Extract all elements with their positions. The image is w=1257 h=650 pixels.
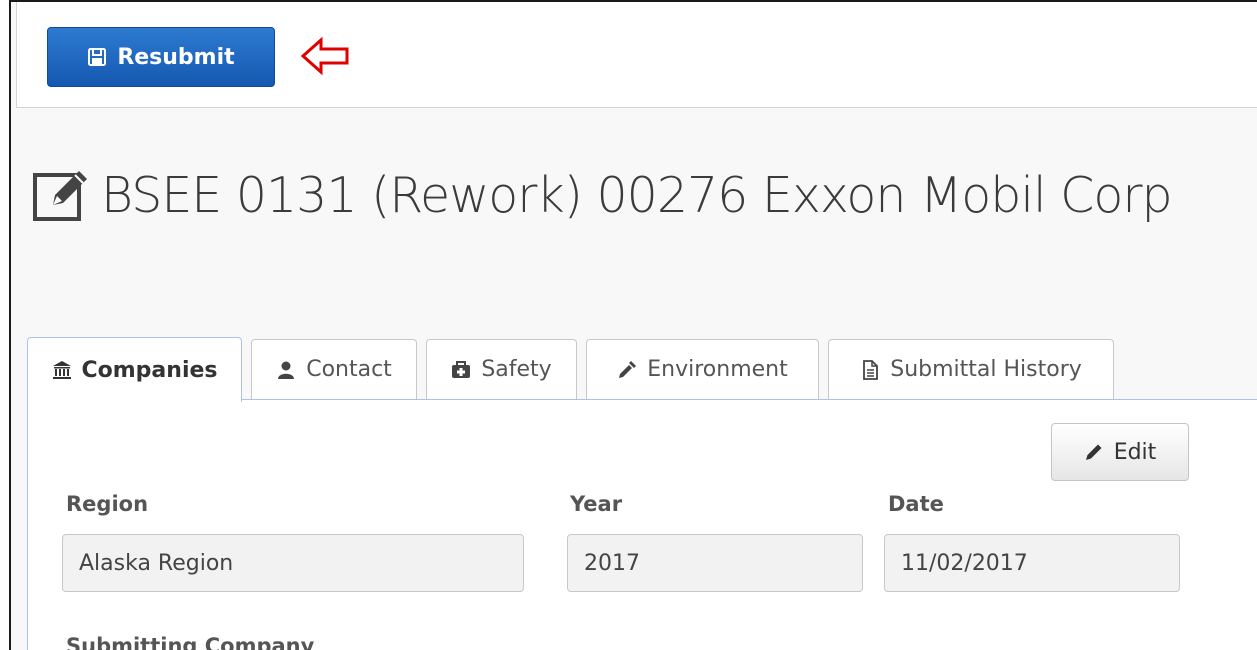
edit-label: Edit	[1113, 439, 1157, 465]
eyedropper-icon	[617, 360, 637, 380]
tab-submittal-history[interactable]: Submittal History	[828, 339, 1114, 399]
pencil-icon	[1084, 442, 1104, 462]
tab-label: Companies	[81, 357, 218, 383]
date-label: Date	[888, 492, 944, 516]
user-icon	[276, 360, 296, 380]
companies-panel: Edit Region Alaska Region Year 2017 Date…	[27, 399, 1257, 650]
tab-companies[interactable]: Companies	[27, 337, 242, 402]
tab-label: Submittal History	[890, 357, 1082, 382]
year-field[interactable]: 2017	[567, 534, 863, 592]
edit-document-icon	[31, 165, 91, 225]
medkit-icon	[451, 360, 471, 380]
tab-contact[interactable]: Contact	[251, 339, 417, 399]
annotation-arrow-icon	[299, 36, 351, 76]
tab-label: Safety	[481, 357, 552, 382]
document-icon	[860, 359, 880, 380]
edit-button[interactable]: Edit	[1051, 423, 1189, 481]
tab-safety[interactable]: Safety	[426, 339, 577, 399]
page-title-text: BSEE 0131 (Rework) 00276 Exxon Mobil Cor…	[101, 166, 1173, 224]
toolbar: Resubmit	[16, 2, 1257, 108]
tab-bar: Companies Contact Safety Environment Sub…	[27, 337, 1257, 402]
page-title: BSEE 0131 (Rework) 00276 Exxon Mobil Cor…	[31, 157, 1173, 233]
tab-label: Environment	[647, 357, 788, 382]
region-label: Region	[66, 492, 149, 516]
region-field[interactable]: Alaska Region	[62, 534, 524, 592]
resubmit-button[interactable]: Resubmit	[47, 27, 275, 87]
year-label: Year	[570, 492, 623, 516]
page: Resubmit BSEE 0131 (Rework) 00276 Exxon …	[11, 2, 1257, 650]
tab-label: Contact	[306, 357, 392, 382]
save-icon	[87, 47, 107, 67]
date-field[interactable]: 11/02/2017	[884, 534, 1180, 592]
submitting-company-label: Submitting Company	[66, 634, 315, 650]
resubmit-label: Resubmit	[117, 44, 235, 70]
tab-environment[interactable]: Environment	[586, 339, 819, 399]
bank-icon	[52, 360, 72, 380]
